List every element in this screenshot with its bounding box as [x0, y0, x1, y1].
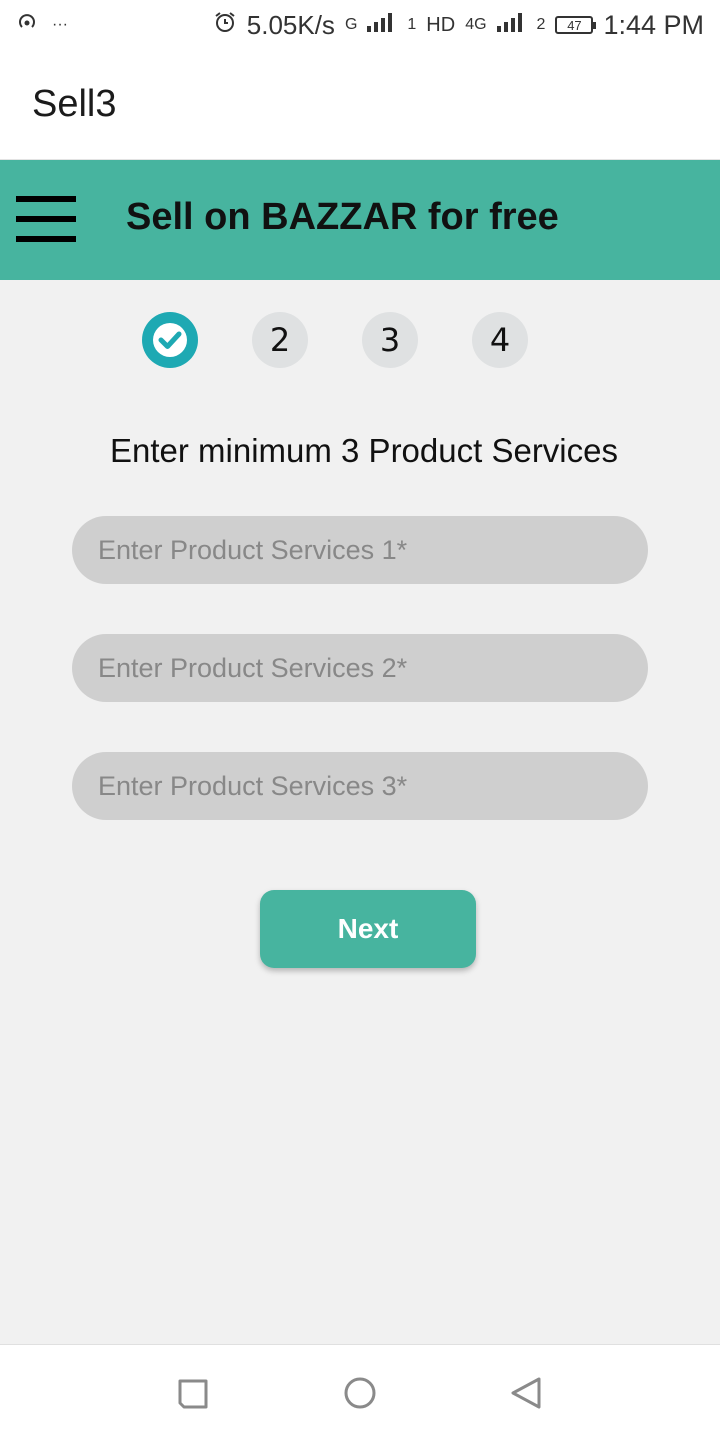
- back-button[interactable]: [506, 1373, 546, 1413]
- sim1-type: G: [344, 16, 358, 33]
- recent-apps-icon: [178, 1379, 208, 1409]
- network-type: 4G: [465, 16, 487, 33]
- step-3: 3: [362, 312, 418, 368]
- alarm-icon: [213, 10, 237, 41]
- product-service-1-input[interactable]: [72, 516, 648, 584]
- system-navigation-bar: [0, 1344, 720, 1441]
- next-button[interactable]: Next: [260, 890, 476, 968]
- app-title-bar: Sell3: [0, 50, 720, 160]
- network-speed: 5.05K/s: [246, 9, 335, 40]
- more-notifications-icon: ···: [52, 16, 68, 33]
- app-title: Sell3: [32, 83, 117, 125]
- hd-indicator: HD: [426, 13, 456, 36]
- hamburger-icon[interactable]: [16, 196, 76, 246]
- home-button[interactable]: [340, 1373, 380, 1413]
- product-service-2-input[interactable]: [72, 634, 648, 702]
- hotspot-icon: [16, 10, 38, 41]
- signal-icon-sim2: [496, 10, 527, 41]
- sim2-index: 2: [536, 16, 546, 33]
- header-title: Sell on BAZZAR for free: [126, 196, 559, 238]
- recent-apps-button[interactable]: [172, 1373, 212, 1413]
- signal-icon-sim1: [367, 10, 397, 41]
- battery-icon: 47: [555, 16, 597, 34]
- check-icon: [153, 323, 187, 357]
- product-service-3-input[interactable]: [72, 752, 648, 820]
- step-2: 2: [252, 312, 308, 368]
- home-icon: [344, 1377, 376, 1409]
- status-bar: ··· 5.05K/s G 1 HD 4G 2 47 1:44 PM: [0, 0, 720, 50]
- form-instruction: Enter minimum 3 Product Services: [109, 432, 618, 469]
- sim1-index: 1: [407, 16, 417, 33]
- page-header: Sell on BAZZAR for free: [0, 160, 720, 280]
- step-1-completed: [142, 312, 198, 368]
- step-4: 4: [472, 312, 528, 368]
- battery-level: 47: [567, 17, 582, 33]
- back-icon: [511, 1377, 541, 1409]
- clock: 1:44 PM: [603, 9, 704, 40]
- step-indicator: 2 3 4: [142, 312, 528, 368]
